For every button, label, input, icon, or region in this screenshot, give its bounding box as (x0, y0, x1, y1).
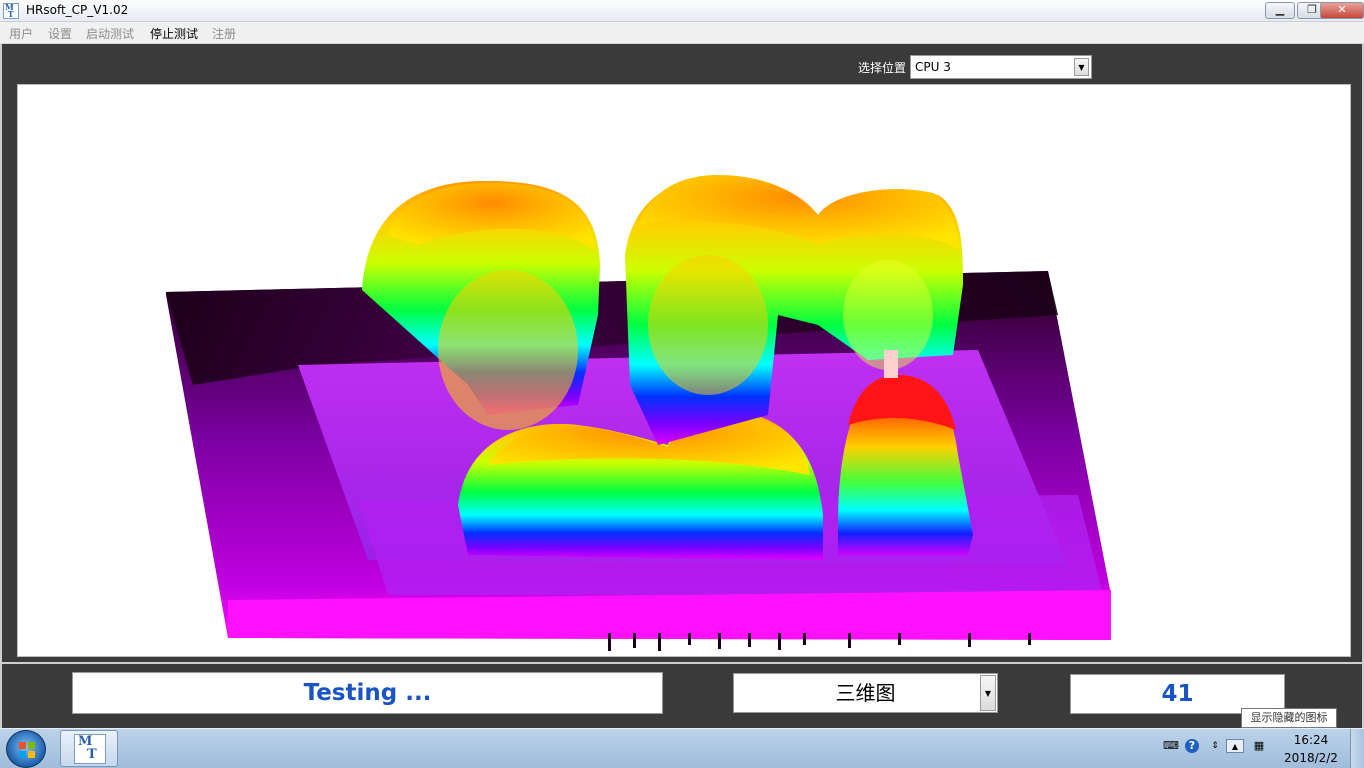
thermal-3d-plot (17, 84, 1351, 657)
position-label: 选择位置 (858, 61, 907, 75)
windows-start-icon (19, 742, 35, 758)
title-bar[interactable]: M T HRsoft_CP_V1.02 ▁ ❐ ✕ (0, 0, 1364, 22)
start-button[interactable] (6, 730, 46, 768)
view-mode-value: 三维图 (835, 681, 896, 705)
restore-icon: ❐ (1307, 3, 1317, 16)
mt-app-icon: M T (74, 734, 106, 764)
status-display: Testing ... (72, 672, 663, 714)
help-icon[interactable]: ? (1185, 739, 1199, 753)
clock-date[interactable]: 2018/2/2 (1281, 751, 1341, 765)
menu-item-register[interactable]: 注册 (212, 25, 236, 42)
show-desktop-button[interactable] (1350, 729, 1364, 768)
chevron-down-icon[interactable]: ▼ (980, 675, 996, 711)
position-select-value: CPU 3 (915, 60, 951, 74)
position-select[interactable]: CPU 3 ▼ (910, 55, 1092, 79)
network-icon[interactable]: ▦ (1252, 739, 1266, 753)
menu-bar: 用户 设置 启动测试 停止测试 注册 (0, 22, 1364, 44)
arrow-up-down-icon[interactable]: ⇕ (1208, 739, 1222, 753)
taskbar: M T (0, 728, 1364, 768)
close-icon: ✕ (1337, 3, 1347, 16)
menu-item-user[interactable]: 用户 (9, 25, 33, 42)
chevron-down-icon[interactable]: ▼ (1074, 58, 1089, 76)
minimize-icon: ▁ (1275, 3, 1285, 16)
close-button[interactable]: ✕ (1320, 2, 1364, 19)
hot-peak-spike (884, 350, 898, 378)
menu-item-stop-test[interactable]: 停止测试 (150, 25, 198, 42)
tray-tooltip: 显示隐藏的图标 (1241, 708, 1337, 728)
clock-time[interactable]: 16:24 (1288, 733, 1334, 747)
surface-plot-svg (166, 175, 1111, 651)
menu-item-settings[interactable]: 设置 (48, 25, 72, 42)
taskbar-app-button[interactable]: M T (60, 730, 118, 767)
window-title: HRsoft_CP_V1.02 (26, 3, 129, 17)
minimize-button[interactable]: ▁ (1265, 2, 1295, 19)
menu-item-start-test[interactable]: 启动测试 (86, 25, 134, 42)
ridge-middle-hotspot (648, 255, 768, 395)
app-logo-icon: M T (3, 3, 19, 19)
show-hidden-icons-button[interactable]: ▲ (1226, 739, 1244, 753)
keyboard-icon[interactable]: ⌨ (1163, 739, 1179, 753)
view-mode-select[interactable]: 三维图 ▼ (733, 673, 998, 713)
ridge-left-hotspot (438, 270, 578, 430)
